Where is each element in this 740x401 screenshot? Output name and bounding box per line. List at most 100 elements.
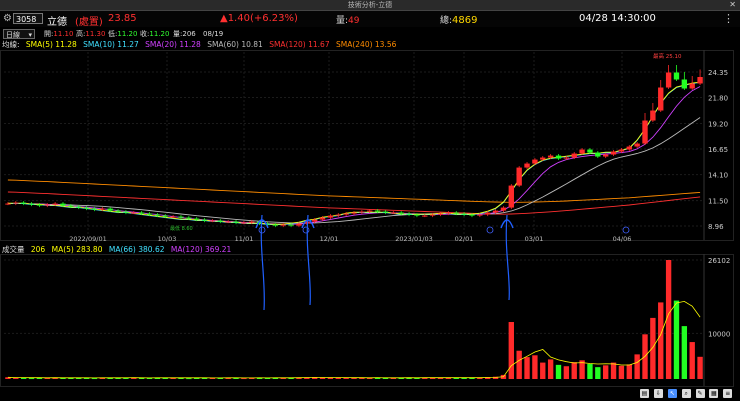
- candle-body: [665, 72, 672, 88]
- candle-body: [194, 218, 200, 220]
- candle-body: [5, 203, 11, 205]
- candle-body: [445, 212, 452, 214]
- candle-body: [658, 87, 664, 111]
- candle-body: [508, 185, 514, 208]
- event-marker: [302, 226, 310, 234]
- candle-body: [374, 210, 381, 212]
- date-tick-label: 02/01: [455, 235, 474, 243]
- volume-bar: [571, 362, 577, 379]
- export-icon[interactable]: ⇩: [653, 389, 663, 398]
- date-tick-label: 11/01: [235, 235, 254, 243]
- volume-tick-label: 26102: [708, 257, 730, 265]
- candle-body: [107, 208, 113, 211]
- candle-body: [492, 210, 499, 213]
- event-marker: [622, 226, 630, 234]
- candle-body: [626, 146, 632, 150]
- candle-body: [390, 212, 397, 214]
- candle-body: [296, 223, 302, 226]
- candle-body: [429, 214, 436, 216]
- draw-icon[interactable]: ✎: [695, 389, 705, 398]
- price-tick-label: 14.10: [708, 172, 728, 180]
- candle-body: [437, 213, 444, 215]
- sma120-line: [7, 191, 701, 215]
- date-tick-label: 2023/01/03: [395, 235, 432, 243]
- candle-body: [524, 163, 530, 168]
- print-icon[interactable]: ▤: [640, 389, 649, 398]
- volume-bar: [618, 365, 625, 379]
- volume-bar: [547, 359, 554, 379]
- volume-bar: [673, 300, 680, 379]
- candle-body: [351, 212, 357, 214]
- volume-bar: [540, 362, 546, 379]
- volume-legend: 成交量 206 MA(5) 283.80 MA(66) 380.62 MA(12…: [2, 245, 235, 255]
- volume-bar: [603, 365, 609, 379]
- annotation-stroke: [260, 214, 265, 311]
- candle-body: [20, 202, 27, 204]
- candle-body: [83, 207, 90, 209]
- candle-body: [36, 204, 43, 206]
- candle-body: [68, 205, 74, 207]
- volume-bar: [626, 364, 632, 379]
- candle-body: [44, 204, 50, 206]
- candle-body: [99, 208, 105, 210]
- candle-body: [681, 79, 688, 89]
- candle-body: [500, 207, 507, 211]
- candle-body: [547, 155, 554, 158]
- event-marker: [258, 226, 266, 234]
- menu-icon[interactable]: ≡: [723, 389, 733, 398]
- price-tick-label: 11.50: [708, 198, 728, 206]
- price-tick-label: 24.35: [708, 69, 728, 77]
- low-label: 最低 8.60: [170, 225, 193, 232]
- volume-bar: [13, 377, 19, 379]
- candle-body: [225, 221, 231, 223]
- volume-bar: [681, 326, 688, 379]
- volume-bar: [516, 350, 522, 379]
- candle-body: [461, 213, 467, 215]
- date-tick-label: 12/01: [320, 235, 339, 243]
- layout-icon[interactable]: ▦: [709, 389, 719, 398]
- volume-bar: [689, 342, 695, 379]
- candle-body: [477, 214, 483, 216]
- candle-body: [595, 152, 601, 157]
- candle-body: [579, 149, 585, 154]
- candle-body: [280, 224, 286, 226]
- volume-bar: [658, 302, 664, 379]
- candle-body: [610, 151, 617, 155]
- candle-body: [138, 212, 145, 214]
- candle-body: [650, 110, 656, 121]
- price-tick-label: 21.80: [708, 95, 728, 103]
- candle-body: [563, 157, 570, 159]
- candle-body: [422, 215, 428, 217]
- sma60-line: [7, 117, 701, 224]
- candle-body: [587, 149, 593, 153]
- candle-body: [272, 224, 279, 226]
- candle-body: [13, 202, 19, 204]
- candle-body: [154, 214, 161, 216]
- date-tick-label: 03/01: [525, 235, 544, 243]
- volume-bar: [532, 355, 538, 379]
- volume-legend-ma5: MA(5) 283.80: [51, 245, 103, 254]
- volume-bar: [555, 364, 562, 379]
- candle-body: [532, 159, 538, 164]
- volume-tick-label: 10000: [708, 330, 730, 338]
- cursor-icon[interactable]: ↖: [667, 389, 677, 398]
- candle-body: [162, 215, 168, 217]
- candle-body: [178, 216, 184, 218]
- volume-legend-value: 206: [30, 245, 46, 254]
- candle-body: [618, 149, 625, 152]
- candle-body: [485, 212, 491, 215]
- candle-body: [60, 203, 66, 206]
- candle-body: [571, 153, 577, 158]
- candle-body: [359, 211, 365, 213]
- volume-legend-prefix: 成交量: [2, 245, 25, 254]
- price-tick-label: 16.65: [708, 146, 728, 154]
- price-volume-chart[interactable]: 24.35 21.80 19.20 16.65 14.10 11.50 8.96 2022/0…: [0, 0, 740, 401]
- candle-body: [367, 210, 373, 212]
- volume-bar: [587, 363, 593, 379]
- volume-bar: [697, 356, 703, 379]
- volume-bar: [28, 378, 35, 380]
- candle-body: [131, 212, 137, 214]
- chart-toolbar: ▤ ⇩ ↖ ⌕ ✎ ▦ ≡: [640, 388, 734, 399]
- volume-bar: [610, 362, 617, 379]
- zoom-icon[interactable]: ⌕: [681, 389, 691, 398]
